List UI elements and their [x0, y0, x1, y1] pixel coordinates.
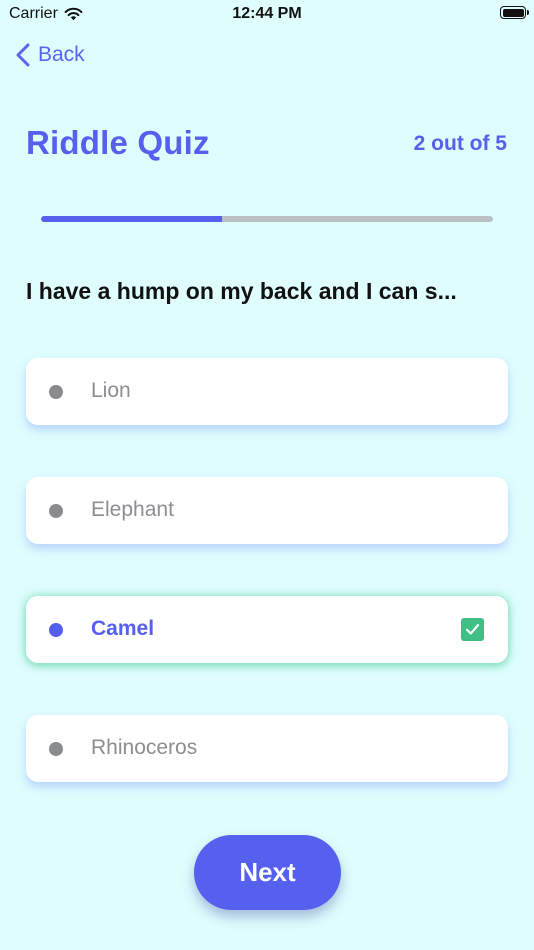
option-bullet-icon: [49, 742, 63, 756]
chevron-left-icon: [16, 43, 30, 67]
battery-icon: [500, 6, 529, 19]
status-bar: Carrier 12:44 PM: [0, 0, 534, 30]
answer-option-rhinoceros[interactable]: Rhinoceros: [26, 715, 508, 782]
answer-option-lion[interactable]: Lion: [26, 358, 508, 425]
answer-option-elephant[interactable]: Elephant: [26, 477, 508, 544]
progress-bar: [41, 216, 493, 222]
battery-level: [502, 8, 524, 17]
progress-fill: [41, 216, 222, 222]
next-button[interactable]: Next: [194, 835, 341, 910]
question-counter: 2 out of 5: [413, 132, 507, 155]
back-label: Back: [38, 43, 85, 66]
option-label: Camel: [91, 617, 155, 640]
option-label: Lion: [91, 379, 131, 402]
option-bullet-icon: [49, 385, 63, 399]
question-text: I have a hump on my back and I can s...: [26, 278, 457, 304]
option-bullet-icon: [49, 623, 63, 637]
option-label: Rhinoceros: [91, 736, 198, 759]
page-title: Riddle Quiz: [26, 124, 210, 161]
option-bullet-icon: [49, 504, 63, 518]
option-label: Elephant: [91, 498, 174, 521]
status-time: 12:44 PM: [232, 5, 302, 22]
quiz-screen: Carrier 12:44 PM Back Riddle Quiz 2 out …: [0, 0, 534, 950]
back-button[interactable]: Back: [16, 38, 85, 72]
answer-option-camel[interactable]: Camel: [26, 596, 508, 663]
checkbox-checked-icon: [461, 618, 484, 641]
